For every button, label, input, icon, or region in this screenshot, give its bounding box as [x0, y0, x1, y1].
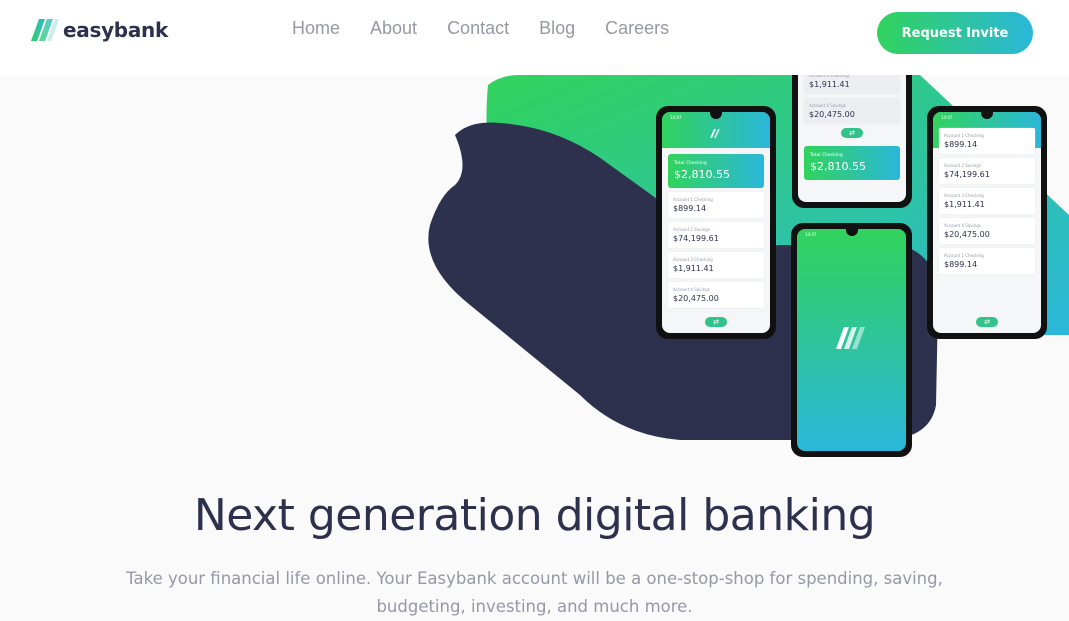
account-item: Account 3 Checking $1,911.41 — [939, 188, 1035, 214]
status-bar: 14:07 — [805, 232, 817, 237]
account-value: $1,911.41 — [673, 264, 714, 273]
total-balance-card: Total Checking $2,810.55 — [668, 154, 764, 188]
account-value: $74,199.61 — [673, 234, 719, 243]
total-value: $2,810.55 — [810, 160, 866, 173]
phone-notch — [981, 112, 993, 119]
transfer-icon: ⇄ — [705, 317, 727, 327]
nav-link-home[interactable]: Home — [292, 17, 340, 39]
brand-logo[interactable]: easybank — [31, 18, 168, 42]
account-item: Account 4 Savings $20,475.00 — [668, 282, 764, 308]
account-label: Account 1 Checking — [944, 253, 984, 258]
total-label: Total Checking — [810, 153, 843, 158]
easybank-logo-icon — [836, 327, 865, 349]
phone-splash-screen: 14:07 — [797, 229, 906, 451]
account-item: Account 1 Checking $899.14 — [939, 248, 1035, 274]
nav-link-blog[interactable]: Blog — [539, 17, 575, 39]
phone-mockup-left: 14:07 Total Checking $2,810.55 Account 1… — [656, 106, 776, 339]
phone-notch — [845, 229, 858, 236]
hero-description: Take your financial life online. Your Ea… — [126, 569, 943, 616]
account-label: Account 2 Savings — [673, 227, 710, 232]
account-value: $899.14 — [944, 260, 978, 269]
account-label: Account 3 Checking — [673, 257, 713, 262]
account-value: $20,475.00 — [944, 230, 990, 239]
total-balance-card: Total Checking $2,810.55 — [804, 146, 900, 180]
account-value: $20,475.00 — [673, 294, 719, 303]
main-nav: Home About Contact Blog Careers — [292, 17, 669, 39]
nav-link-careers[interactable]: Careers — [605, 17, 669, 39]
request-invite-button[interactable]: Request Invite — [877, 12, 1033, 54]
transfer-icon: ⇄ — [841, 128, 863, 138]
account-item: Account 4 Savings $20,475.00 — [804, 98, 900, 124]
account-item: Account 2 Savings $74,199.61 — [668, 222, 764, 248]
account-label: Account 4 Savings — [944, 223, 981, 228]
phone-screen: 14:07 Account 1 Checking $899.14 Account … — [933, 112, 1041, 333]
account-value: $74,199.61 — [944, 170, 990, 179]
total-value: $2,810.55 — [674, 168, 730, 181]
site-header: easybank Home About Contact Blog Careers… — [0, 0, 1069, 75]
account-label: Account 4 Savings — [809, 103, 846, 108]
brand-name: easybank — [63, 18, 168, 42]
hero-title: Next generation digital banking — [193, 490, 876, 541]
account-value: $1,911.41 — [809, 80, 850, 89]
account-value: $899.14 — [673, 204, 707, 213]
account-item: Account 3 Checking $1,911.41 — [668, 252, 764, 278]
account-value: $20,475.00 — [809, 110, 855, 119]
phone-app-header: 14:07 — [662, 112, 770, 148]
status-bar: 14:07 — [670, 115, 682, 120]
account-label: Account 4 Savings — [673, 287, 710, 292]
account-item: Account 2 Savings $74,199.61 — [939, 158, 1035, 184]
phone-screen: 14:07 Total Checking $2,810.55 Account 1… — [662, 112, 770, 333]
account-value: $899.14 — [944, 140, 978, 149]
account-item: Account 4 Savings $20,475.00 — [939, 218, 1035, 244]
easybank-logo-icon — [31, 19, 59, 41]
account-label: Account 1 Checking — [673, 197, 713, 202]
account-label: Account 1 Checking — [944, 133, 984, 138]
account-list: Account 1 Checking $899.14 Account 2 Savi… — [933, 128, 1041, 274]
account-value: $1,911.41 — [944, 200, 985, 209]
phone-mockup-center: 14:07 — [791, 223, 912, 457]
phone-mockup-right: 14:07 Account 1 Checking $899.14 Account … — [927, 106, 1047, 339]
account-item: Account 1 Checking $899.14 — [668, 192, 764, 218]
easybank-logo-icon — [710, 129, 720, 138]
nav-link-about[interactable]: About — [370, 17, 417, 39]
account-item: Account 1 Checking $899.14 — [939, 128, 1035, 154]
account-label: Account 3 Checking — [944, 193, 984, 198]
account-label: Account 2 Savings — [944, 163, 981, 168]
phone-notch — [710, 112, 722, 119]
phone-mockup-top: Account 3 Checking $1,911.41 Account 4 Sa… — [792, 60, 912, 208]
phone-screen: Account 3 Checking $1,911.41 Account 4 Sa… — [798, 60, 906, 202]
nav-link-contact[interactable]: Contact — [447, 17, 509, 39]
status-bar: 14:07 — [941, 115, 953, 120]
transfer-icon: ⇄ — [976, 317, 998, 327]
total-label: Total Checking — [674, 161, 707, 166]
